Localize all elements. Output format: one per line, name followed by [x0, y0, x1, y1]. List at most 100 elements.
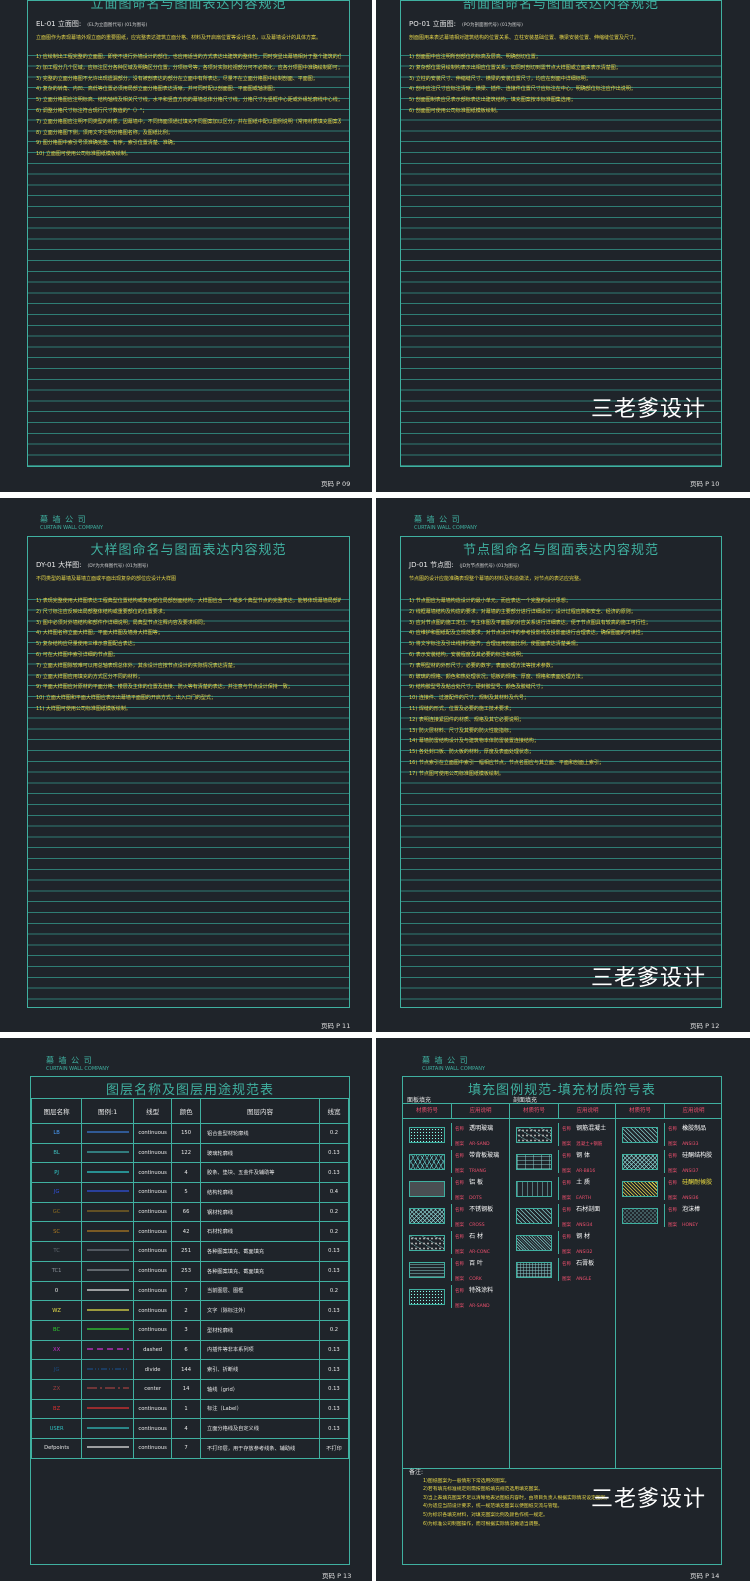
- fill-legend-header: 材质符号 应用说明: [403, 1104, 509, 1119]
- fill-swatch: [409, 1180, 445, 1197]
- company-en: CURTAIN WALL COMPANY: [40, 525, 104, 531]
- fill-legend-column: 材质符号 应用说明 名称 透明玻璃 图案 AR-SAND 名称 带背板玻璃 图案 TRIA…: [403, 1104, 509, 1468]
- layer-content: 索引、折断线: [200, 1359, 320, 1380]
- page-number: 页码 P 14: [690, 1572, 720, 1580]
- layer-line-sample: [81, 1241, 135, 1262]
- drawing-code: DY-01 大样图: (DY为大样图代号) (01为图号): [36, 560, 148, 570]
- swatch-cell: [616, 1204, 665, 1227]
- note-item: 6)为标准公司制图操作，而可根据实际情况做适当调整。: [423, 1521, 544, 1527]
- page-number: 页码 P 10: [690, 480, 720, 488]
- list-item: 6) 调整分格尺寸标注符合现行尺寸数值的"（）"；: [36, 107, 148, 114]
- line-sample: [86, 1249, 129, 1252]
- layer-lineweight: 0.13: [318, 1398, 350, 1420]
- material-name: 带背板玻璃: [469, 1151, 500, 1159]
- fill-info: 名称 泡沫棒 图案 HONEY: [665, 1201, 722, 1231]
- layer-name: TC: [30, 1241, 83, 1262]
- pattern-tag: 图案: [562, 1276, 571, 1282]
- sheet-p14: 幕 墙 公 司 CURTAIN WALL COMPANY 填充图例规范-填充材质符…: [376, 1038, 750, 1581]
- list-item: 10) 立面大样图和平面大样图应表示出幕墙平面图的开启方式，出入口门的型式；: [36, 695, 216, 702]
- layer-content: 标注（Label）: [200, 1398, 320, 1420]
- material-name: 钢 材: [576, 1232, 591, 1240]
- list-item: 11) 大样图可使用公司标准图纸模板绘制。: [36, 705, 131, 712]
- fill-swatch: [409, 1126, 445, 1143]
- layer-lineweight: 0.13: [318, 1418, 350, 1439]
- layer-color-number: 150: [171, 1123, 202, 1144]
- layer-linetype: continuous: [133, 1300, 173, 1321]
- layer-linetype: continuous: [133, 1123, 173, 1144]
- note-item: 5)为标识各填充材料，对填充图案比例及颜色作统一规定。: [423, 1512, 548, 1518]
- company-name: 幕 墙 公 司 CURTAIN WALL COMPANY: [422, 1056, 485, 1074]
- name-tag: 名称: [562, 1180, 571, 1186]
- fill-legend-column: 材质符号 应用说明 名称 钢筋混凝土 图案 混凝土+钢筋 名称 钢 体图案 AR-B81…: [509, 1104, 616, 1468]
- layer-name: LB: [30, 1123, 83, 1144]
- layer-lineweight: 0.13: [318, 1162, 350, 1184]
- fill-info: 名称 土 质图案 EARTH: [559, 1174, 616, 1204]
- layer-name: USER: [30, 1418, 83, 1439]
- intro-text: 节点图的设计应能准确表现整个幕墙的材料及构造做法，对节点的表达应完整。: [409, 576, 585, 582]
- material-name: 土 质: [576, 1178, 591, 1186]
- page-title: 大样图命名与图面表达内容规范: [90, 543, 287, 558]
- fill-info: 名称 钢 材图案 ANSI32: [559, 1228, 616, 1258]
- layer-color-number: 144: [171, 1359, 202, 1380]
- layer-line-sample: [81, 1182, 135, 1203]
- name-tag: 名称: [455, 1261, 464, 1267]
- list-item: 10) 立面图可使用公司标准图纸模板绘制。: [36, 151, 131, 158]
- fill-swatch: [516, 1261, 552, 1278]
- layer-line-sample: [81, 1260, 135, 1282]
- layer-name: ZX: [30, 1378, 83, 1400]
- fill-swatch: [622, 1207, 658, 1224]
- list-item: 4) 应维护和图纸配及立规范要求，对节点设计中的参考投影线及投影面进行合理表达，…: [409, 630, 646, 637]
- layer-color-number: 4: [171, 1162, 202, 1184]
- layer-linetype: continuous: [133, 1241, 173, 1262]
- fill-legend-item: 名称 土 质图案 EARTH: [510, 1177, 616, 1201]
- layer-lineweight: 不打印: [318, 1438, 350, 1459]
- layer-name: 0: [30, 1280, 83, 1302]
- fill-swatch: [622, 1153, 658, 1170]
- layer-line-sample: [81, 1339, 135, 1361]
- swatch-cell: [510, 1123, 559, 1146]
- fill-legend-item: 名称 橡胶制品 图案 ANSI33: [616, 1123, 722, 1147]
- fill-legend-item: 名称 泡沫棒 图案 HONEY: [616, 1204, 722, 1228]
- fill-legend-column: 材质符号 应用说明 名称 橡胶制品 图案 ANSI33 名称 硅酮结构胶 图案 ANSI3…: [615, 1104, 722, 1468]
- list-item: 14) 幕墙防雷结构设计及与建筑物本体防雷装置连接结构；: [409, 738, 539, 745]
- fill-swatch: [516, 1180, 552, 1197]
- table-row: JG continuous 5 结构轮廓线 0.4: [30, 1182, 350, 1203]
- fill-info: 名称 特殊涂料 图案 AR-SAND: [452, 1282, 509, 1312]
- col-header: 图层内容: [200, 1098, 320, 1124]
- layer-content: 轴线（grid）: [200, 1378, 320, 1400]
- layer-name: Defpoints: [30, 1438, 83, 1459]
- fill-legend-item: 名称 钢 体图案 AR-B816: [510, 1150, 616, 1174]
- list-item: 4) 大样图名称立面大样图，平面大样图及墙身大样图等；: [36, 630, 163, 637]
- list-item: 6) 可在大样图中索引详细的节点图；: [36, 651, 118, 658]
- col-header: 线宽: [318, 1098, 350, 1124]
- layer-name: BZ: [30, 1398, 83, 1420]
- fill-info: 名称 钢 体图案 AR-B816: [559, 1147, 616, 1177]
- fill-legend-item: 名称 钢 材图案 ANSI32: [510, 1231, 616, 1255]
- swatch-cell: [510, 1177, 559, 1200]
- layer-table-body: LB continuous 150 铝合金型材轮廓线 0.2 BL continuous 12…: [30, 1123, 350, 1459]
- list-item: 5) 将文字标注及引出线排列整齐，合理运用剖面比例，使图面表达清楚美观；: [409, 641, 581, 648]
- list-item: 3) 立柱的安装尺寸、伸缩缝尺寸、横梁的安装位置尺寸，均应在剖面中详细标明；: [409, 75, 591, 82]
- layer-content: 不打印层，用于存放参考线条、辅助线: [200, 1438, 320, 1459]
- layer-color-number: 14: [171, 1378, 202, 1400]
- layer-color-number: 6: [171, 1339, 202, 1361]
- fill-swatch: [409, 1207, 445, 1224]
- fill-info: 名称 石膏板 图案 ANGLE: [559, 1255, 616, 1285]
- name-tag: 名称: [562, 1234, 571, 1240]
- layer-content: 钢材轮廓线: [200, 1201, 320, 1223]
- code-label: JD-01 节点图:: [409, 561, 454, 569]
- fill-swatch: [516, 1126, 552, 1143]
- col-header: 图层名称: [30, 1098, 83, 1124]
- layer-linetype: center: [133, 1378, 173, 1400]
- layer-line-sample: [81, 1142, 135, 1164]
- material-name: 硅酮耐候胶: [682, 1178, 713, 1186]
- layer-line-sample: [81, 1378, 135, 1400]
- pattern-name: ANGLE: [576, 1276, 592, 1282]
- table-row: Defpoints continuous 7 不打印层，用于存放参考线条、辅助线 不打印: [30, 1438, 350, 1459]
- company-en: CURTAIN WALL COMPANY: [414, 525, 478, 531]
- material-name: 泡沫棒: [682, 1205, 701, 1213]
- layer-lineweight: 0.2: [318, 1280, 350, 1302]
- list-item: 10) 连接件、过渡配件的尺寸，规制及其材料及代号；: [409, 695, 529, 702]
- list-item: 2) 加工程分几个区域，应标注区分各种区域及明确区分位置，分项标号等，各项对实际…: [36, 64, 341, 71]
- pattern-tag: 图案: [455, 1303, 464, 1309]
